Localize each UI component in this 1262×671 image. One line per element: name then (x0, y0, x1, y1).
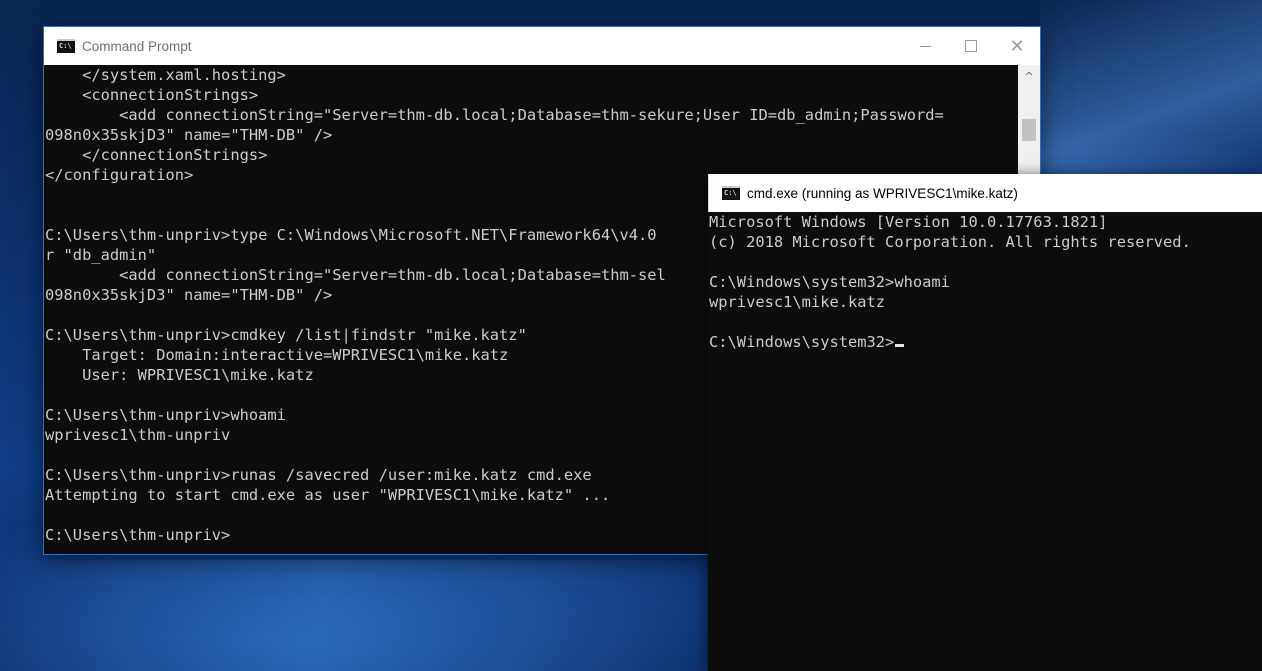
console-line-text: 098n0x35skjD3" name="THM-DB" /> (45, 126, 333, 144)
console-line: C:\Windows\system32>whoami (709, 272, 1262, 292)
console-line-text: (c) 2018 Microsoft Corporation. All righ… (709, 233, 1191, 251)
scroll-up-arrow-icon[interactable]: ^ (1018, 65, 1040, 87)
console-line-text: C:\Windows\system32> (709, 333, 895, 351)
console-line-text: </configuration> (45, 166, 194, 184)
console-line-text: C:\Users\thm-unpriv>runas /savecred /use… (45, 466, 592, 484)
window-controls: ✕ (902, 27, 1040, 65)
window-title: Command Prompt (82, 38, 192, 54)
scroll-thumb[interactable] (1022, 119, 1036, 141)
console-line-text: C:\Users\thm-unpriv> (45, 526, 231, 544)
console-line: C:\Windows\system32> (709, 332, 1262, 352)
close-icon: ✕ (1009, 35, 1025, 57)
console-line-text: <connectionStrings> (45, 86, 259, 104)
console-output[interactable]: Microsoft Windows [Version 10.0.17763.18… (708, 212, 1262, 671)
minimize-button[interactable] (902, 27, 948, 65)
cmd-icon: C:\ (57, 39, 75, 53)
console-line-text: wprivesc1\mike.katz (709, 293, 886, 311)
console-line-text: <add connectionString="Server=thm-db.loc… (45, 266, 666, 284)
maximize-icon (965, 40, 977, 52)
desktop-light-beam (1040, 0, 1262, 180)
console-line: Microsoft Windows [Version 10.0.17763.18… (709, 212, 1262, 232)
console-line-text: wprivesc1\thm-unpriv (45, 426, 231, 444)
console-line-text: User: WPRIVESC1\mike.katz (45, 366, 314, 384)
console-line: (c) 2018 Microsoft Corporation. All righ… (709, 232, 1262, 252)
cmd-icon: C:\ (722, 186, 740, 200)
elevated-cmd-window[interactable]: C:\ cmd.exe (running as WPRIVESC1\mike.k… (708, 174, 1262, 671)
console-line-text: Attempting to start cmd.exe as user "WPR… (45, 486, 611, 504)
console-line: </connectionStrings> (45, 145, 1018, 165)
console-line: 098n0x35skjD3" name="THM-DB" /> (45, 125, 1018, 145)
console-lines: Microsoft Windows [Version 10.0.17763.18… (708, 212, 1262, 352)
minimize-icon (919, 45, 931, 47)
console-line: </system.xaml.hosting> (45, 65, 1018, 85)
maximize-button[interactable] (948, 27, 994, 65)
console-line-text: Microsoft Windows [Version 10.0.17763.18… (709, 213, 1108, 231)
console-line: <add connectionString="Server=thm-db.loc… (45, 105, 1018, 125)
console-line: <connectionStrings> (45, 85, 1018, 105)
console-line-text: C:\Users\thm-unpriv>whoami (45, 406, 286, 424)
desktop-light-streak (0, 560, 720, 671)
elevated-cmd-titlebar[interactable]: C:\ cmd.exe (running as WPRIVESC1\mike.k… (708, 174, 1262, 212)
cmd-icon-text: C:\ (724, 189, 737, 197)
console-line-text: C:\Users\thm-unpriv>type C:\Windows\Micr… (45, 226, 657, 244)
console-line-text: <add connectionString="Server=thm-db.loc… (45, 106, 944, 124)
command-prompt-titlebar[interactable]: C:\ Command Prompt ✕ (44, 27, 1040, 65)
console-line-text: C:\Windows\system32>whoami (709, 273, 950, 291)
console-line-text: </connectionStrings> (45, 146, 268, 164)
console-line-text: </system.xaml.hosting> (45, 66, 286, 84)
text-cursor (895, 344, 905, 347)
console-line-text: C:\Users\thm-unpriv>cmdkey /list|findstr… (45, 326, 527, 344)
cmd-icon-text: C:\ (59, 42, 72, 50)
close-button[interactable]: ✕ (994, 27, 1040, 65)
window-title: cmd.exe (running as WPRIVESC1\mike.katz) (747, 185, 1018, 201)
console-line-text: Target: Domain:interactive=WPRIVESC1\mik… (45, 346, 509, 364)
console-line-text: 098n0x35skjD3" name="THM-DB" /> (45, 286, 333, 304)
console-line-text: r "db_admin" (45, 246, 157, 264)
console-line: wprivesc1\mike.katz (709, 292, 1262, 312)
